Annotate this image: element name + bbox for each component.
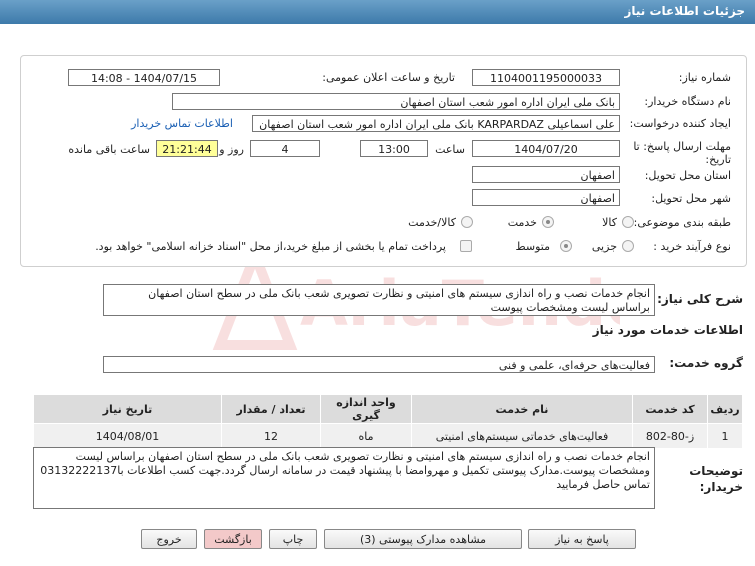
city-field: اصفهان bbox=[472, 189, 620, 206]
deadline-date-field: 1404/07/20 bbox=[472, 140, 620, 157]
category-label: طبقه بندی موضوعی: bbox=[633, 216, 731, 229]
category-option-service: خدمت bbox=[507, 216, 537, 229]
remaining-time-label: ساعت باقی مانده bbox=[68, 143, 150, 156]
col-unit: واحد اندازه گیری bbox=[320, 394, 412, 424]
exit-button[interactable]: خروج bbox=[141, 529, 197, 549]
creator-label: ایجاد کننده درخواست: bbox=[629, 117, 731, 130]
treasury-payment-checkbox[interactable] bbox=[460, 240, 472, 252]
page-title: جزئیات اطلاعات نیاز bbox=[624, 4, 745, 18]
category-radio-goods[interactable] bbox=[622, 216, 634, 228]
process-option-medium: متوسط bbox=[515, 240, 550, 253]
need-number-label: شماره نیاز: bbox=[678, 71, 731, 84]
remaining-time-field: 21:21:44 bbox=[156, 140, 218, 157]
process-type-label: نوع فرآیند خرید : bbox=[653, 240, 731, 253]
cell-name: فعالیت‌های خدماتی سیستم‌های امنیتی bbox=[411, 423, 633, 449]
need-number-field: 1104001195000033 bbox=[472, 69, 620, 86]
category-option-goods: کالا bbox=[602, 216, 617, 229]
process-radio-minor[interactable] bbox=[622, 240, 634, 252]
deadline-label-date: تاریخ: bbox=[705, 153, 731, 166]
process-option-minor: جزیی bbox=[591, 240, 617, 253]
buyer-notes-label-1: توضیحات bbox=[689, 464, 743, 478]
city-label: شهر محل تحویل: bbox=[651, 192, 731, 205]
announce-date-field: 1404/07/15 - 14:08 bbox=[68, 69, 220, 86]
days-label: روز و bbox=[219, 143, 244, 156]
print-button[interactable]: چاپ bbox=[269, 529, 317, 549]
back-button[interactable]: بازگشت bbox=[204, 529, 262, 549]
buyer-name-label: نام دستگاه خریدار: bbox=[644, 95, 731, 108]
cell-unit: ماه bbox=[320, 423, 412, 449]
creator-field: علی اسماعیلی KARPARDAZ بانک ملی ایران اد… bbox=[252, 115, 620, 132]
services-table: ردیف کد خدمت نام خدمت واحد اندازه گیری ت… bbox=[33, 394, 743, 449]
category-option-goods-service: کالا/خدمت bbox=[408, 216, 456, 229]
buyer-contact-link[interactable]: اطلاعات تماس خریدار bbox=[131, 117, 233, 130]
buyer-notes-label-2: خریدار: bbox=[699, 480, 743, 494]
province-field: اصفهان bbox=[472, 166, 620, 183]
services-section-title: اطلاعات خدمات مورد نیاز bbox=[592, 323, 743, 337]
category-radio-service[interactable] bbox=[542, 216, 554, 228]
table-row: 1 ز-80-802 فعالیت‌های خدماتی سیستم‌های ا… bbox=[33, 423, 743, 449]
treasury-payment-note: پرداخت تمام یا بخشی از مبلغ خرید،از محل … bbox=[95, 240, 446, 253]
province-label: استان محل تحویل: bbox=[644, 169, 731, 182]
col-quantity: تعداد / مقدار bbox=[221, 394, 321, 424]
cell-quantity: 12 bbox=[221, 423, 321, 449]
need-details-panel bbox=[20, 55, 747, 267]
col-date: تاریخ نیاز bbox=[33, 394, 222, 424]
services-table-header: ردیف کد خدمت نام خدمت واحد اندازه گیری ت… bbox=[33, 394, 743, 424]
category-radio-goods-service[interactable] bbox=[461, 216, 473, 228]
deadline-time-label: ساعت bbox=[435, 143, 465, 156]
days-field: 4 bbox=[250, 140, 320, 157]
buyer-notes-textarea[interactable]: انجام خدمات نصب و راه اندازی سیستم های ا… bbox=[33, 447, 655, 509]
process-radio-medium[interactable] bbox=[560, 240, 572, 252]
cell-date: 1404/08/01 bbox=[33, 423, 222, 449]
deadline-time-field: 13:00 bbox=[360, 140, 428, 157]
col-row: ردیف bbox=[707, 394, 743, 424]
view-attachments-button[interactable]: مشاهده مدارک پیوستی (3) bbox=[324, 529, 522, 549]
buyer-name-field: بانک ملی ایران اداره امور شعب استان اصفه… bbox=[172, 93, 620, 110]
cell-code: ز-80-802 bbox=[632, 423, 708, 449]
cell-row: 1 bbox=[707, 423, 743, 449]
summary-label: شرح کلی نیاز: bbox=[657, 292, 743, 306]
service-group-label: گروه خدمت: bbox=[669, 356, 743, 370]
summary-textarea[interactable]: انجام خدمات نصب و راه اندازی سیستم های ا… bbox=[103, 284, 655, 316]
reply-button[interactable]: پاسخ به نیاز bbox=[528, 529, 636, 549]
announce-date-label: تاریخ و ساعت اعلان عمومی: bbox=[322, 71, 455, 84]
deadline-label: مهلت ارسال پاسخ: تا bbox=[633, 140, 731, 153]
page-title-bar: جزئیات اطلاعات نیاز bbox=[0, 0, 755, 24]
service-group-field: فعالیت‌های حرفه‌ای، علمی و فنی bbox=[103, 356, 655, 373]
col-code: کد خدمت bbox=[632, 394, 708, 424]
col-name: نام خدمت bbox=[411, 394, 633, 424]
